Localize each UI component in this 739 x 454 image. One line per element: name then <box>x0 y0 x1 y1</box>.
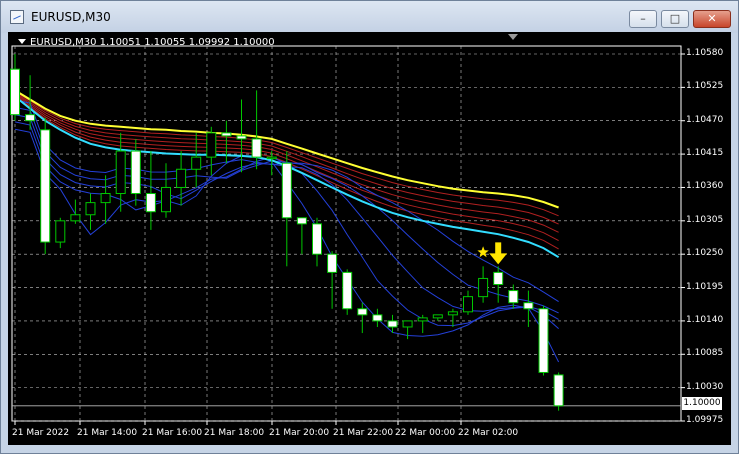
window-title: EURUSD,M30 <box>31 10 111 24</box>
chart-header: EURUSD,M30 1.10051 1.10055 1.09992 1.100… <box>18 37 275 48</box>
candle-body <box>251 138 262 158</box>
maximize-button[interactable]: □ <box>661 10 689 28</box>
candle-body <box>85 202 96 216</box>
candle-body <box>206 132 217 158</box>
time-label: 22 Mar 00:00 <box>395 428 456 438</box>
candle-body <box>40 129 51 243</box>
candle-body <box>417 317 428 322</box>
price-label: 1.10580 <box>686 48 724 58</box>
time-label: 22 Mar 02:00 <box>458 428 519 438</box>
candle-body <box>372 314 383 322</box>
candle-body <box>161 186 171 213</box>
price-label: 1.10360 <box>686 181 724 192</box>
candle-body <box>327 253 338 273</box>
chart-window-icon <box>10 10 24 24</box>
minimize-button[interactable]: – <box>629 10 657 28</box>
candle-body <box>447 311 458 316</box>
time-label: 21 Mar 2022 <box>12 428 70 438</box>
candle-body <box>191 156 202 170</box>
candle-body <box>387 320 398 328</box>
time-label: 21 Mar 16:00 <box>142 428 203 438</box>
down-arrow-marker-icon <box>489 242 508 265</box>
candle-body <box>493 271 504 286</box>
star-marker-icon <box>477 246 489 258</box>
candle-body <box>312 223 322 255</box>
candle-body <box>478 277 489 298</box>
candle-body <box>432 314 443 319</box>
candle-body <box>357 308 368 316</box>
candle-body <box>221 132 232 137</box>
candle-body <box>553 374 564 407</box>
current-price-label: 1.10000 <box>682 397 722 410</box>
price-label: 1.10525 <box>686 81 724 92</box>
time-label: 21 Mar 18:00 <box>204 428 265 438</box>
candle-body <box>55 220 66 243</box>
candle-body <box>342 271 353 310</box>
candle-body <box>236 135 247 140</box>
candle-body <box>100 193 111 204</box>
price-label: 1.10140 <box>686 314 724 325</box>
close-button[interactable]: ✕ <box>693 10 731 28</box>
candle-body <box>523 302 534 310</box>
chart-menu-triangle-icon[interactable] <box>18 39 26 44</box>
candle-body <box>10 68 20 116</box>
candle-body <box>296 217 307 225</box>
price-label: 1.10415 <box>686 148 724 159</box>
chart-canvas[interactable] <box>8 32 731 445</box>
price-label: 1.10195 <box>686 281 724 292</box>
time-label: 21 Mar 20:00 <box>269 428 330 438</box>
candle-body <box>176 168 187 188</box>
chart-shift-marker-icon[interactable] <box>508 34 518 40</box>
candle-body <box>281 162 292 219</box>
candle-body <box>145 193 156 213</box>
candle-body <box>70 214 81 222</box>
candle-body <box>25 114 36 122</box>
candle-body <box>508 290 519 304</box>
candle-body <box>115 150 126 195</box>
price-label: 1.10085 <box>686 348 724 359</box>
price-chart[interactable] <box>8 32 731 445</box>
price-label: 1.10250 <box>686 248 724 259</box>
candle-body <box>266 156 277 160</box>
candle-body <box>463 296 473 313</box>
price-label: 1.10305 <box>686 214 724 225</box>
time-label: 21 Mar 14:00 <box>77 428 138 438</box>
time-label: 21 Mar 22:00 <box>333 428 394 438</box>
candle-body <box>130 150 141 195</box>
chart-header-text: EURUSD,M30 1.10051 1.10055 1.09992 1.100… <box>30 37 275 48</box>
candle-body <box>538 308 549 373</box>
title-bar[interactable]: EURUSD,M30 – □ ✕ <box>1 1 738 33</box>
price-label: 1.10470 <box>686 114 724 125</box>
candle-body <box>402 320 413 328</box>
price-label: 1.10030 <box>686 381 724 392</box>
price-label: 1.09975 <box>686 415 724 425</box>
